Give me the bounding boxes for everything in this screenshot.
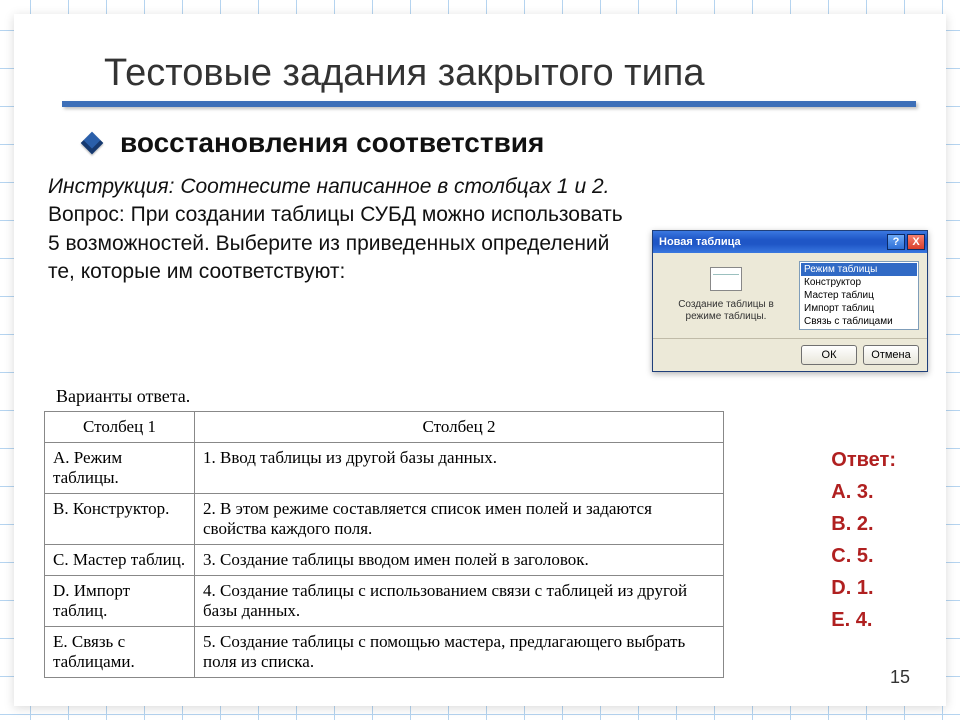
answer-line: В. 2.: [831, 508, 896, 540]
dialog-footer: ОК Отмена: [653, 338, 927, 371]
list-item[interactable]: Режим таблицы: [801, 263, 917, 276]
table-row: B. Конструктор. 2. В этом режиме составл…: [45, 494, 724, 545]
answer-line: D. 1.: [831, 572, 896, 604]
ok-button[interactable]: ОК: [801, 345, 857, 365]
dialog-body: Создание таблицы в режиме таблицы. Режим…: [653, 253, 927, 338]
answer-line: С. 5.: [831, 540, 896, 572]
answer-line: Е. 4.: [831, 604, 896, 636]
dialog-left-pane: Создание таблицы в режиме таблицы.: [661, 261, 791, 330]
dialog-list[interactable]: Режим таблицы Конструктор Мастер таблиц …: [799, 261, 919, 330]
head-col2: Столбец 2: [195, 412, 724, 443]
slide: Тестовые задания закрытого типа восстано…: [14, 14, 946, 706]
dialog-titlebar: Новая таблица ? X: [653, 231, 927, 253]
bullet-icon: [81, 132, 104, 155]
answer-key: Ответ: А. 3. В. 2. С. 5. D. 1. Е. 4.: [831, 444, 896, 636]
cell-c1: B. Конструктор.: [45, 494, 195, 545]
cancel-button[interactable]: Отмена: [863, 345, 919, 365]
bullet-row: восстановления соответствия: [84, 127, 916, 159]
list-item[interactable]: Связь с таблицами: [801, 315, 917, 328]
variants-label: Варианты ответа.: [56, 386, 724, 407]
variants-table-wrap: Варианты ответа. Столбец 1 Столбец 2 A. …: [44, 386, 724, 678]
table-head-row: Столбец 1 Столбец 2: [45, 412, 724, 443]
cell-c2: 1. Ввод таблицы из другой базы данных.: [195, 443, 724, 494]
instruction-text: Соотнесите написанное в столбцах 1 и 2.: [180, 175, 609, 198]
table-icon: [710, 267, 742, 291]
table-row: D. Импорт таблиц. 4. Создание таблицы с …: [45, 576, 724, 627]
variants-table: Столбец 1 Столбец 2 A. Режим таблицы. 1.…: [44, 411, 724, 678]
list-item[interactable]: Импорт таблиц: [801, 302, 917, 315]
table-row: A. Режим таблицы. 1. Ввод таблицы из дру…: [45, 443, 724, 494]
instruction-block: Инструкция: Соотнесите написанное в стол…: [48, 173, 628, 286]
answer-line: А. 3.: [831, 476, 896, 508]
list-item[interactable]: Конструктор: [801, 276, 917, 289]
cell-c2: 4. Создание таблицы с использованием свя…: [195, 576, 724, 627]
subtitle: восстановления соответствия: [120, 127, 544, 159]
cell-c2: 5. Создание таблицы с помощью мастера, п…: [195, 627, 724, 678]
new-table-dialog: Новая таблица ? X Создание таблицы в реж…: [652, 230, 928, 372]
answer-label: Ответ:: [831, 444, 896, 476]
close-button[interactable]: X: [907, 234, 925, 250]
help-button[interactable]: ?: [887, 234, 905, 250]
slide-title: Тестовые задания закрытого типа: [104, 52, 916, 95]
list-item[interactable]: Мастер таблиц: [801, 289, 917, 302]
dialog-title: Новая таблица: [659, 236, 885, 248]
cell-c1: C. Мастер таблиц.: [45, 545, 195, 576]
question-text: При создании таблицы СУБД можно использо…: [48, 203, 623, 283]
head-col1: Столбец 1: [45, 412, 195, 443]
table-row: E. Связь с таблицами. 5. Создание таблиц…: [45, 627, 724, 678]
cell-c1: E. Связь с таблицами.: [45, 627, 195, 678]
instruction-label: Инструкция:: [48, 175, 174, 198]
cell-c2: 2. В этом режиме составляется список име…: [195, 494, 724, 545]
cell-c1: A. Режим таблицы.: [45, 443, 195, 494]
cell-c1: D. Импорт таблиц.: [45, 576, 195, 627]
question-label: Вопрос:: [48, 203, 125, 226]
dialog-caption: Создание таблицы в режиме таблицы.: [661, 299, 791, 323]
page-number: 15: [890, 667, 910, 688]
title-rule: [62, 101, 916, 107]
cell-c2: 3. Создание таблицы вводом имен полей в …: [195, 545, 724, 576]
table-row: C. Мастер таблиц. 3. Создание таблицы вв…: [45, 545, 724, 576]
